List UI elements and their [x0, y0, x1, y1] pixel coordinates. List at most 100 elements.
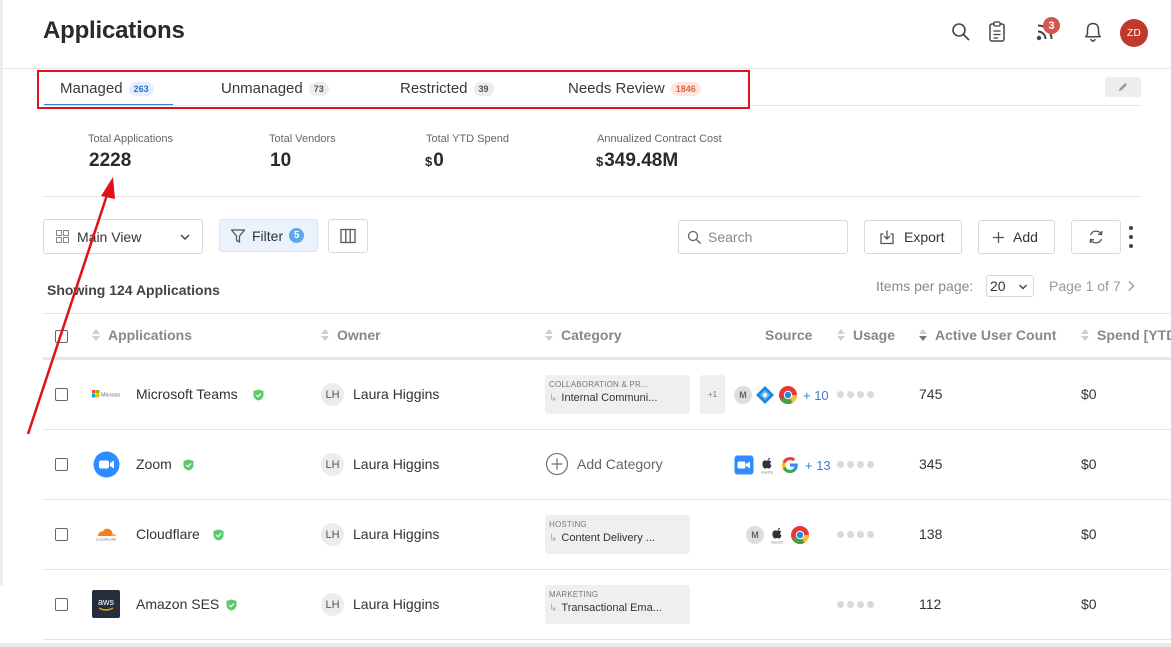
- spend-ytd: $0: [1081, 386, 1097, 402]
- owner-name: Laura Higgins: [353, 386, 440, 402]
- row-divider: [43, 429, 1171, 430]
- add-label: Add: [1013, 229, 1038, 245]
- table-header-top-border: [43, 313, 1171, 314]
- header-divider: [3, 68, 1171, 69]
- add-button[interactable]: Add: [978, 220, 1055, 254]
- source-icons: M + 10: [734, 385, 829, 405]
- shield-check-icon: [183, 459, 194, 471]
- sort-icon: [545, 329, 553, 341]
- row-divider: [43, 639, 1171, 640]
- owner-name: Laura Higgins: [353, 596, 440, 612]
- app-name[interactable]: Microsoft Teams: [136, 386, 238, 402]
- svg-text:aws: aws: [98, 597, 115, 607]
- column-header-source[interactable]: Source: [765, 327, 812, 343]
- category-chip[interactable]: HOSTING ↳ Content Delivery ...: [545, 515, 690, 554]
- more-options-icon[interactable]: [1127, 226, 1135, 248]
- row-checkbox[interactable]: [55, 598, 68, 611]
- table-header-bottom-border: [43, 357, 1171, 360]
- column-label: Owner: [337, 327, 381, 343]
- row-checkbox[interactable]: [55, 388, 68, 401]
- column-header-owner[interactable]: Owner: [321, 327, 381, 343]
- sort-icon: [92, 329, 100, 341]
- svg-text:macOS: macOS: [771, 541, 783, 545]
- user-avatar[interactable]: ZD: [1120, 19, 1148, 47]
- search-input[interactable]: [708, 229, 838, 245]
- azure-ad-icon: [756, 386, 774, 404]
- stat-total-applications: 2228: [88, 150, 131, 172]
- bottom-border: [0, 643, 1171, 647]
- items-per-page-select[interactable]: 20: [986, 275, 1034, 297]
- edit-tabs-button[interactable]: [1105, 77, 1141, 97]
- column-header-category[interactable]: Category: [545, 327, 622, 343]
- active-user-count: 745: [919, 386, 943, 402]
- filter-button[interactable]: Filter 5: [219, 219, 318, 252]
- column-header-active-user-count[interactable]: Active User Count: [919, 327, 1056, 343]
- category-chip[interactable]: MARKETING ↳ Transactional Ema...: [545, 585, 690, 624]
- column-label: Category: [561, 327, 622, 343]
- subcategory-arrow-icon: ↳: [549, 392, 558, 404]
- add-category-button[interactable]: Add Category: [545, 452, 663, 476]
- row-checkbox[interactable]: [55, 458, 68, 471]
- category-more-chip[interactable]: +1: [700, 375, 725, 414]
- stats-divider: [43, 196, 1141, 197]
- app-name[interactable]: Cloudflare: [136, 526, 200, 542]
- stat-currency: $: [425, 154, 433, 169]
- column-header-usage[interactable]: Usage: [837, 327, 895, 343]
- spend-ytd: $0: [1081, 526, 1097, 542]
- search-icon[interactable]: [949, 20, 973, 44]
- columns-icon: [340, 228, 356, 244]
- stat-value: 10: [270, 150, 292, 171]
- chevron-right-icon[interactable]: [1126, 280, 1136, 292]
- spend-ytd: $0: [1081, 596, 1097, 612]
- column-header-spend-ytd[interactable]: Spend [YTD]: [1081, 327, 1171, 343]
- spend-ytd: $0: [1081, 456, 1097, 472]
- clipboard-icon[interactable]: [985, 20, 1009, 44]
- stat-value: 349.48M: [604, 150, 679, 171]
- stat-total-ytd-spend: $0: [425, 150, 444, 172]
- export-button[interactable]: Export: [864, 220, 962, 254]
- select-all-checkbox[interactable]: [55, 330, 68, 343]
- category-name: MARKETING: [549, 590, 599, 599]
- owner-name: Laura Higgins: [353, 526, 440, 542]
- svg-text:macOS: macOS: [761, 471, 773, 475]
- bell-icon[interactable]: [1081, 20, 1105, 44]
- source-icons: macOS + 13: [734, 455, 831, 475]
- plus-icon: [993, 231, 1004, 243]
- stat-label: Annualized Contract Cost: [597, 133, 722, 145]
- shield-check-icon: [253, 389, 264, 401]
- source-more-count[interactable]: + 10: [803, 388, 829, 403]
- row-checkbox[interactable]: [55, 528, 68, 541]
- items-per-page-value: 20: [990, 278, 1006, 294]
- zoom-logo: [92, 450, 120, 478]
- stat-label: Total YTD Spend: [426, 133, 509, 145]
- microsoft-logo: Microsoft: [92, 380, 120, 408]
- stat-value: 0: [433, 150, 444, 171]
- sort-icon: [1081, 329, 1089, 341]
- columns-button[interactable]: [328, 219, 368, 253]
- subcategory-arrow-icon: ↳: [549, 532, 558, 544]
- chrome-icon: [791, 526, 809, 545]
- column-header-applications[interactable]: Applications: [92, 327, 192, 343]
- refresh-button[interactable]: [1071, 220, 1121, 254]
- annotation-highlight-box: [37, 70, 750, 109]
- owner-avatar: LH: [321, 383, 344, 406]
- app-name[interactable]: Zoom: [136, 456, 172, 472]
- stat-label: Total Applications: [88, 133, 173, 145]
- category-chip[interactable]: COLLABORATION & PR... ↳ Internal Communi.…: [545, 375, 690, 414]
- active-user-count: 138: [919, 526, 943, 542]
- plus-circle-icon: [545, 452, 569, 476]
- app-name[interactable]: Amazon SES: [136, 596, 219, 612]
- source-more-count[interactable]: + 13: [805, 458, 831, 473]
- subcategory-name: Content Delivery ...: [561, 532, 655, 544]
- search-field[interactable]: [678, 220, 848, 254]
- stat-total-vendors: 10: [269, 150, 291, 172]
- add-category-label: Add Category: [577, 456, 663, 472]
- column-label: Source: [765, 327, 813, 343]
- left-rail: [0, 0, 3, 585]
- usage-indicator: [837, 531, 874, 538]
- notifications-badge: 3: [1043, 17, 1060, 34]
- view-select[interactable]: Main View: [43, 219, 203, 254]
- page-info: Page 1 of 7: [1049, 278, 1121, 294]
- shield-check-icon: [226, 599, 237, 611]
- chevron-down-icon: [1019, 284, 1027, 290]
